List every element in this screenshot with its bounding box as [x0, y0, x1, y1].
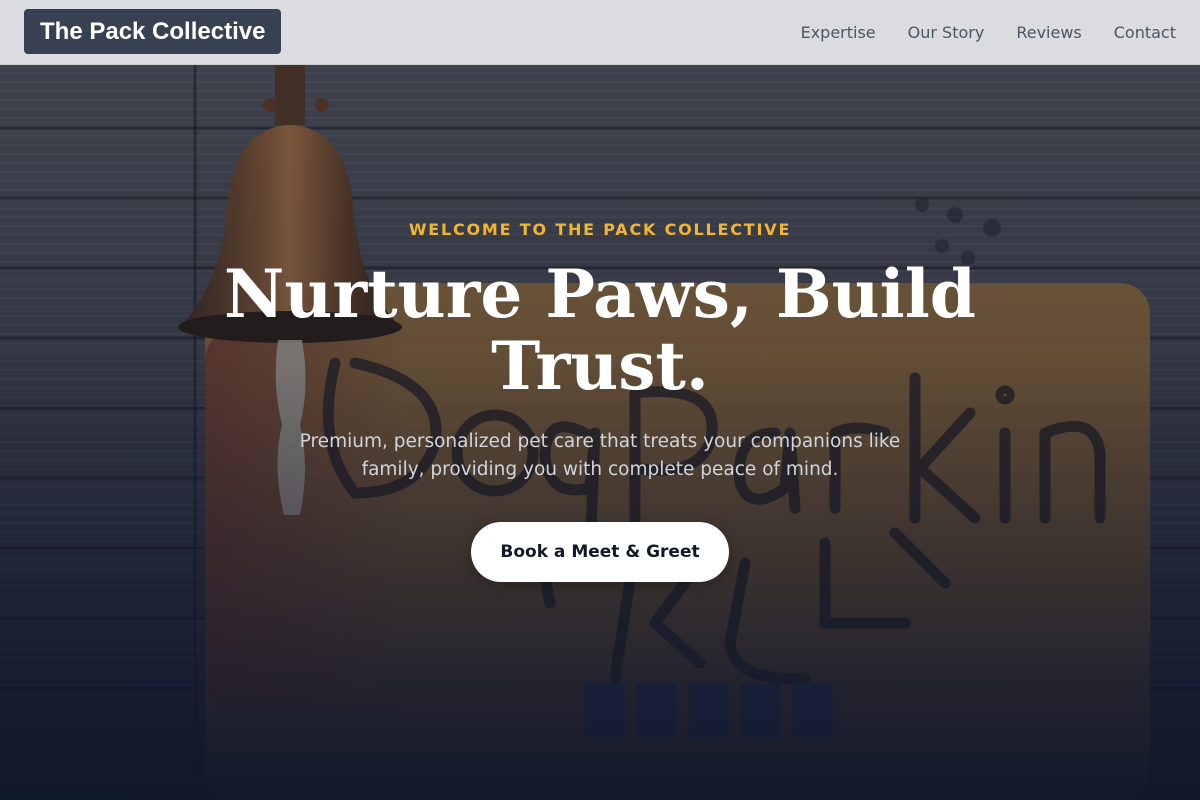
- nav-link-our-story[interactable]: Our Story: [908, 23, 985, 42]
- nav-link-reviews[interactable]: Reviews: [1016, 23, 1081, 42]
- hero-headline: Nurture Paws, Build Trust.: [224, 255, 976, 405]
- nav-links: Expertise Our Story Reviews Contact: [801, 0, 1176, 65]
- landing-page: The Pack Collective Expertise Our Story …: [0, 0, 1200, 800]
- top-navbar: The Pack Collective Expertise Our Story …: [0, 0, 1200, 65]
- hero-section: WELCOME TO THE PACK COLLECTIVE Nurture P…: [0, 0, 1200, 800]
- hero-subtitle: Premium, personalized pet care that trea…: [299, 431, 901, 480]
- nav-link-expertise[interactable]: Expertise: [801, 23, 876, 42]
- hero-eyebrow: WELCOME TO THE PACK COLLECTIVE: [408, 220, 792, 239]
- nav-link-contact[interactable]: Contact: [1114, 23, 1176, 42]
- brand-logo[interactable]: The Pack Collective: [24, 9, 282, 54]
- book-meet-and-greet-button[interactable]: Book a Meet & Greet: [471, 522, 729, 582]
